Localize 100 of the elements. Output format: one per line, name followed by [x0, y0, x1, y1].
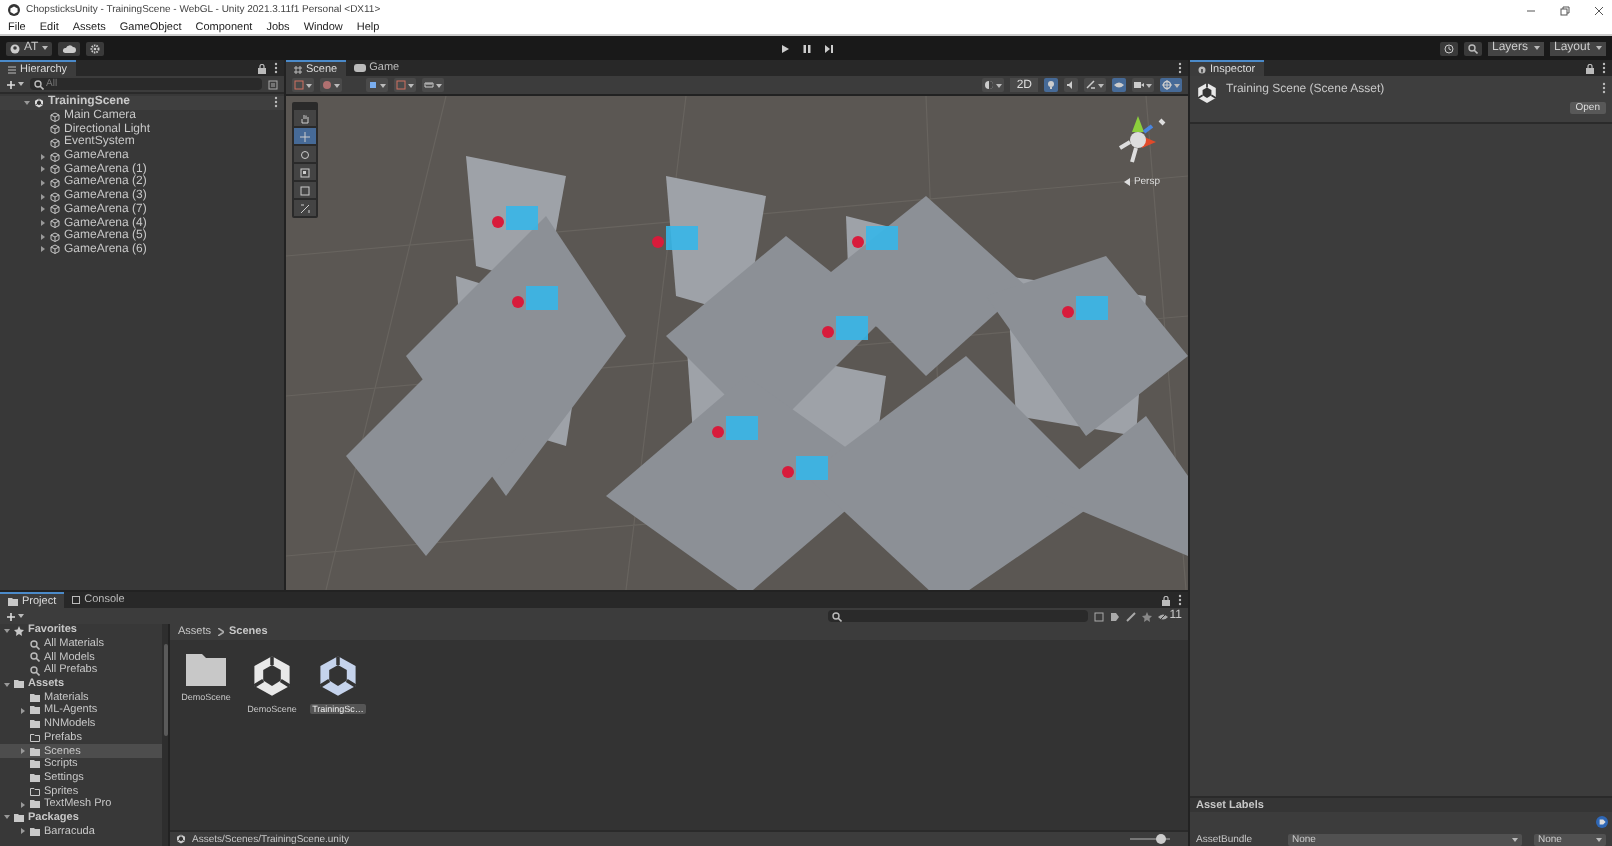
cloud-icon	[62, 43, 77, 53]
plus-icon	[6, 79, 16, 89]
expanded-arrow-icon[interactable]	[4, 627, 10, 634]
add-button[interactable]	[6, 79, 24, 89]
play-icon	[779, 43, 789, 53]
search-button[interactable]	[1464, 41, 1482, 55]
collapsed-arrow-icon[interactable]	[40, 233, 46, 240]
shading-sphere-button[interactable]	[982, 78, 1005, 92]
settings-icon	[90, 43, 101, 53]
collapsed-arrow-icon[interactable]	[20, 707, 26, 714]
lighting-button[interactable]	[1044, 78, 1058, 92]
step-icon	[823, 43, 833, 53]
filter-icon[interactable]	[268, 79, 278, 89]
snap-icon	[396, 80, 406, 90]
folder-icon[interactable]	[186, 654, 226, 686]
filter-by-type-icon[interactable]	[1093, 611, 1104, 621]
search-icon	[1468, 43, 1478, 53]
ruler-icon	[424, 80, 434, 90]
pivot-icon	[368, 80, 378, 90]
star-icon	[14, 625, 24, 636]
caret-icon	[334, 83, 340, 87]
hidden-packages-icon[interactable]	[1157, 611, 1168, 621]
caret-icon	[42, 46, 49, 50]
plus-icon	[6, 611, 16, 621]
lightbulb-icon	[1046, 80, 1056, 90]
camera-icon	[1134, 80, 1144, 90]
scene-asset-icon	[316, 654, 360, 698]
lock-icon[interactable]	[1586, 63, 1594, 73]
tag-icon[interactable]	[1596, 816, 1608, 828]
collapsed-arrow-icon[interactable]	[20, 748, 26, 755]
scale-icon	[300, 167, 310, 177]
lock-icon[interactable]	[258, 63, 266, 73]
caret-icon	[1098, 83, 1104, 87]
settings-button[interactable]	[86, 41, 105, 55]
scene-asset-icon	[250, 654, 294, 698]
scene-asset-icon	[1196, 82, 1218, 104]
eye-icon	[1114, 80, 1124, 90]
gizmo-icon	[1162, 80, 1172, 90]
caret-icon	[380, 83, 386, 87]
expanded-arrow-icon[interactable]	[4, 814, 10, 821]
chevron-icon	[217, 628, 224, 636]
caret-icon	[1534, 46, 1540, 50]
grid-icon	[294, 65, 302, 73]
move-icon	[300, 131, 310, 141]
sphere-icon	[322, 80, 332, 90]
transform-tool-button[interactable]	[294, 200, 316, 216]
caret-icon	[1512, 837, 1518, 841]
caret-icon	[996, 83, 1003, 87]
increment-button[interactable]	[422, 78, 444, 92]
empty-folder-icon	[30, 733, 40, 742]
rotate-tool-button[interactable]	[294, 146, 316, 162]
collapsed-arrow-icon[interactable]	[40, 153, 46, 160]
pivot-button[interactable]	[366, 78, 388, 92]
caret-icon	[306, 83, 312, 87]
expanded-arrow-icon[interactable]	[4, 681, 10, 688]
grid-snap-button[interactable]	[394, 78, 416, 92]
create-button[interactable]	[6, 611, 24, 621]
collapsed-arrow-icon[interactable]	[20, 801, 26, 808]
caret-icon	[1596, 837, 1602, 841]
search-icon	[34, 79, 44, 89]
caret-icon	[1146, 83, 1152, 87]
caret-icon	[18, 614, 24, 618]
cloud-button[interactable]	[58, 41, 81, 55]
search-icon	[831, 611, 842, 621]
close-icon[interactable]	[1594, 5, 1604, 15]
restore-icon[interactable]	[1560, 5, 1570, 15]
draw-mode-button[interactable]	[292, 78, 314, 92]
rect-tool-button[interactable]	[294, 182, 316, 198]
hidden-objects-button[interactable]	[1112, 78, 1126, 92]
expanded-arrow-icon[interactable]	[24, 99, 30, 106]
play-button[interactable]	[779, 43, 789, 53]
caret-icon	[436, 83, 442, 87]
camera-button[interactable]	[1132, 78, 1154, 92]
collapsed-arrow-icon[interactable]	[20, 828, 26, 835]
empty-folder-icon	[30, 787, 40, 796]
step-button[interactable]	[823, 43, 833, 53]
caret-icon	[18, 82, 24, 86]
collapsed-arrow-icon[interactable]	[40, 193, 46, 200]
shading-button[interactable]	[320, 78, 342, 92]
account-icon	[10, 43, 20, 53]
gizmos-button[interactable]	[1160, 78, 1182, 92]
hand-tool-button[interactable]	[294, 110, 316, 126]
console-icon	[72, 596, 81, 604]
scrollbar-thumb[interactable]	[163, 644, 167, 736]
collapsed-arrow-icon[interactable]	[40, 246, 46, 253]
pause-button[interactable]	[801, 43, 811, 53]
collapsed-arrow-icon[interactable]	[40, 166, 46, 173]
hand-icon	[300, 113, 310, 123]
collapsed-arrow-icon[interactable]	[40, 206, 46, 213]
audio-button[interactable]	[1064, 78, 1078, 92]
list-icon	[8, 65, 16, 73]
collapsed-arrow-icon[interactable]	[40, 179, 46, 186]
collapsed-arrow-icon[interactable]	[40, 220, 46, 227]
scale-tool-button[interactable]	[294, 164, 316, 180]
history-button[interactable]	[1440, 41, 1458, 55]
lock-icon[interactable]	[1162, 595, 1170, 605]
star-icon[interactable]	[1141, 611, 1152, 621]
search-field[interactable]	[827, 610, 1088, 622]
speaker-icon	[1066, 80, 1076, 90]
effects-button[interactable]	[1084, 78, 1106, 92]
